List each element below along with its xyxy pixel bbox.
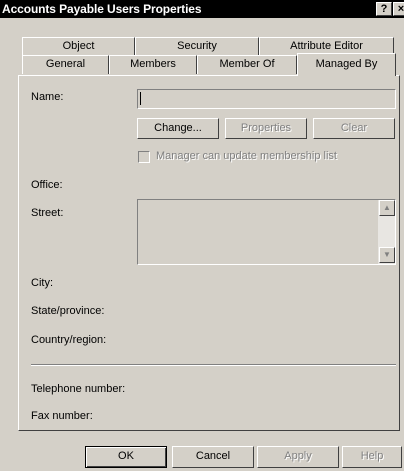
managed-by-panel: Name: Change... Properties Clear Manager… [18,75,400,431]
fax-label: Fax number: [31,410,93,422]
change-button[interactable]: Change... [137,118,219,139]
state-label: State/province: [31,305,105,317]
tab-general[interactable]: General [22,55,109,74]
text-cursor [140,92,141,105]
tab-members[interactable]: Members [109,55,197,74]
telephone-label: Telephone number: [31,383,126,395]
scroll-up-button[interactable]: ▲ [379,200,395,216]
ok-button[interactable]: OK [85,446,167,468]
street-field[interactable]: ▲ ▼ [137,199,396,265]
tab-managed-by[interactable]: Managed By [297,53,396,76]
close-title-button[interactable]: × [393,2,404,16]
tab-security[interactable]: Security [135,37,259,56]
country-label: Country/region: [31,334,107,346]
section-divider [31,364,396,366]
scroll-down-button[interactable]: ▼ [379,247,395,263]
office-label: Office: [31,179,63,191]
cancel-button[interactable]: Cancel [172,446,254,468]
help-title-button[interactable]: ? [376,2,392,16]
city-label: City: [31,277,53,289]
manager-update-checkbox[interactable] [138,151,150,163]
apply-button[interactable]: Apply [257,446,339,468]
name-label: Name: [31,91,64,103]
tab-object[interactable]: Object [22,37,135,56]
window-title: Accounts Payable Users Properties [2,2,202,16]
properties-button[interactable]: Properties [225,118,307,139]
properties-dialog: Accounts Payable Users Properties ? × Ob… [0,0,404,471]
clear-button[interactable]: Clear [313,118,395,139]
help-button[interactable]: Help [342,446,402,468]
title-bar: Accounts Payable Users Properties ? × [0,0,404,18]
name-field[interactable] [137,89,396,109]
manager-update-label: Manager can update membership list [156,150,337,162]
street-label: Street: [31,207,64,219]
tab-member-of[interactable]: Member Of [197,55,297,74]
